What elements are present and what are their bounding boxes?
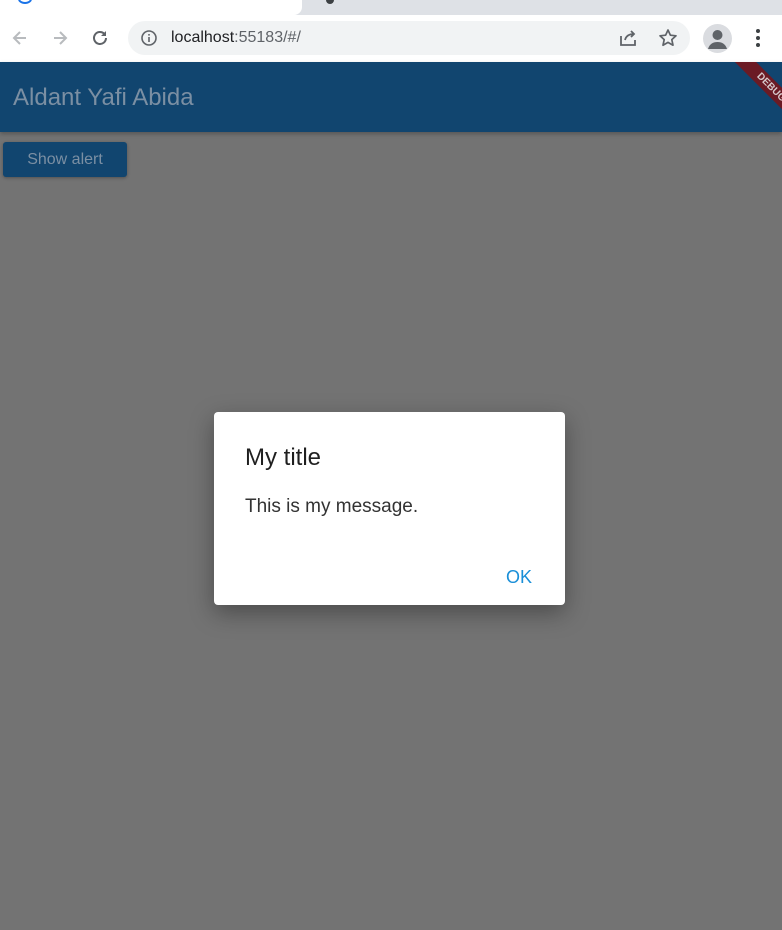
profile-icon[interactable] — [703, 24, 732, 53]
browser-toolbar: localhost:55183/#/ — [0, 15, 782, 62]
flutter-app: Aldant Yafi Abida DEBUG Show alert My ti… — [0, 62, 782, 930]
dialog-message: This is my message. — [245, 496, 419, 517]
share-icon[interactable] — [616, 26, 640, 50]
tab-active[interactable] — [0, 0, 302, 15]
back-button[interactable] — [5, 23, 35, 53]
tab-favicon-icon — [18, 0, 32, 4]
forward-button[interactable] — [45, 23, 75, 53]
tab-strip — [0, 0, 782, 15]
url-host: localhost — [171, 29, 235, 46]
url-text[interactable]: localhost:55183/#/ — [171, 29, 301, 47]
app-bar-title: Aldant Yafi Abida — [13, 84, 194, 111]
url-path: :55183/#/ — [234, 29, 301, 46]
tab-inactive-icon[interactable] — [326, 0, 334, 4]
dialog-title: My title — [245, 444, 322, 471]
info-icon[interactable] — [140, 29, 158, 47]
reload-button[interactable] — [85, 23, 115, 53]
star-icon[interactable] — [656, 26, 680, 50]
debug-banner-label: DEBUG — [726, 62, 782, 132]
app-bar: Aldant Yafi Abida DEBUG — [0, 62, 782, 132]
debug-banner: DEBUG — [710, 62, 782, 134]
address-bar[interactable]: localhost:55183/#/ — [128, 21, 690, 55]
back-arrow-icon — [12, 31, 26, 45]
forward-arrow-icon — [54, 31, 68, 45]
show-alert-button[interactable]: Show alert — [3, 142, 127, 177]
dialog-ok-button[interactable]: OK — [497, 562, 541, 592]
kebab-menu-icon[interactable] — [746, 24, 770, 52]
browser-chrome: localhost:55183/#/ — [0, 0, 782, 62]
alert-dialog: My title This is my message. OK — [214, 412, 565, 605]
reload-icon — [93, 31, 107, 45]
